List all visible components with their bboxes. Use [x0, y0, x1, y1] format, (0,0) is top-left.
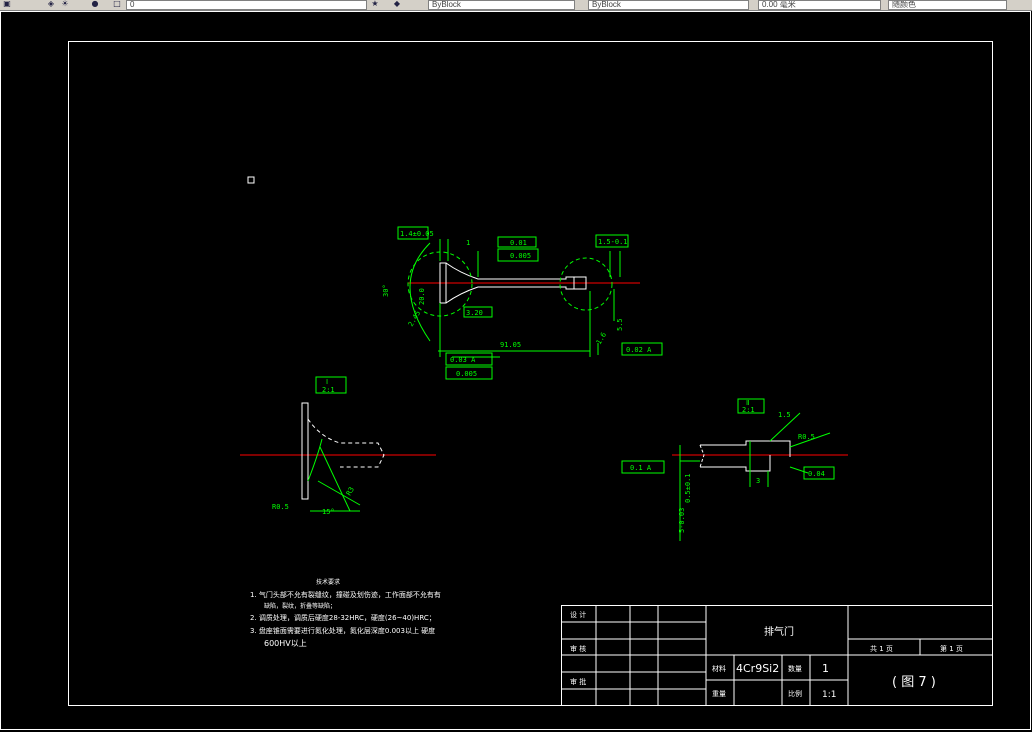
detail-1-angle: 15°: [322, 508, 335, 516]
part-name: 排气门: [764, 625, 794, 638]
drawing-sheet: 1.4±0.05 1 0.01 0.005 1.5-0.1 30° 20.0 3…: [0, 11, 1031, 730]
detail-2-stem: 5-0.03: [678, 508, 686, 533]
dim-head-thickness: 1.4±0.05: [400, 230, 434, 238]
notes-title: 技术要求: [316, 578, 340, 586]
detail-1-radius: R0.5: [272, 503, 289, 511]
ucs-marker: [247, 176, 255, 184]
detail-1-scale: 2:1: [322, 386, 335, 394]
layer-state-icon[interactable]: ◈: [46, 0, 56, 8]
dim-total-length: 91.05: [500, 341, 521, 349]
qty-value: 1: [822, 662, 829, 675]
dim-flatness: 0.005: [456, 370, 477, 378]
scale-value: 1:1: [822, 690, 836, 700]
dim-stem-dia: 5.5: [616, 318, 624, 331]
sheet-number: 第 1 页: [940, 644, 963, 653]
detail-2-texts: Ⅱ 2:1 1.5 R0.5 0.1 A 5-0.03 0.04 3 0.5±0…: [630, 399, 825, 533]
label-check: 审 核: [570, 644, 586, 653]
dim-neck: 3.20: [466, 309, 483, 317]
notes-line-1: 1. 气门头部不允有裂缝纹，撞碰及划伤迹，工作面部不允有有: [250, 590, 441, 599]
plotstyle-dropdown[interactable]: 随颜色: [888, 0, 1007, 10]
material-value: 4Cr9Si2: [736, 662, 779, 675]
dim-stem-tol: 1.5-0.1: [598, 238, 628, 246]
label-material: 材料: [712, 664, 726, 673]
drawing-canvas[interactable]: 1.4±0.05 1 0.01 0.005 1.5-0.1 30° 20.0 3…: [0, 11, 1032, 732]
lineweight-width-dropdown[interactable]: 0.00 毫米: [758, 0, 881, 10]
lineweight-dropdown[interactable]: ByBlock: [588, 0, 749, 10]
detail-2-scale: 2:1: [742, 406, 755, 414]
notes-line-1b: 缺陷，裂纹，折叠等缺陷；: [264, 602, 336, 610]
dim-groove: 1.6: [595, 331, 608, 346]
layer-lock-icon[interactable]: ●: [90, 0, 100, 8]
detail-2-radius: R0.5: [798, 433, 815, 441]
detail-2-width: 3: [756, 477, 760, 485]
detail-2-chamfer: 1.5: [778, 411, 791, 419]
label-design: 设 计: [570, 610, 586, 619]
label-weight: 重量: [712, 690, 726, 698]
label-approve: 审 批: [570, 677, 586, 686]
dim-roughness: 1: [466, 239, 470, 247]
dim-roundness: 0.005: [510, 252, 531, 260]
notes-line-2: 2. 调质处理，调质后硬度28-32HRC，硬度(26~40)HRC；: [250, 613, 436, 622]
label-scale: 比例: [788, 689, 802, 698]
sheets-total: 共 1 页: [870, 644, 893, 653]
dim-runout: 0.01: [510, 239, 527, 247]
detail-1-label: Ⅰ: [326, 378, 328, 386]
paper-boundary: [0, 11, 1031, 730]
dim-head-dia: 20.0: [418, 288, 426, 305]
layer-previous-icon[interactable]: ◆: [392, 0, 402, 8]
drawing-number: ( 图 7 ): [892, 675, 936, 690]
toolbar: ▣ ◈ ☀ ● □ 0 ★ ◆ ByBlock ByBlock 0.00 毫米 …: [0, 0, 1032, 11]
dim-perp-a: 0.02 A: [626, 346, 652, 354]
layer-manager-icon[interactable]: ▣: [2, 0, 12, 8]
linetype-dropdown[interactable]: ByBlock: [428, 0, 575, 10]
notes-line-3b: 600HV以上: [264, 639, 307, 648]
dim-runout-a: 0.03 A: [450, 356, 476, 364]
main-valve-view: [397, 226, 663, 380]
layer-color-icon[interactable]: □: [112, 0, 122, 8]
layer-freeze-icon[interactable]: ☀: [60, 0, 70, 8]
detail-1-view: [240, 376, 436, 512]
detail-2-runout: 0.1 A: [630, 464, 652, 472]
make-current-icon[interactable]: ★: [370, 0, 380, 8]
detail-2-groove: 0.5±0.1: [684, 473, 692, 503]
title-block: [561, 605, 993, 706]
detail-1-r3: R3: [345, 486, 356, 497]
detail-2-tol: 0.04: [808, 470, 825, 478]
notes-line-3: 3. 盘座锥面需要进行氮化处理，氮化层深度0.003以上 硬度: [250, 626, 435, 635]
technical-notes: 技术要求 1. 气门头部不允有裂缝纹，撞碰及划伤迹，工作面部不允有有 缺陷，裂纹…: [250, 578, 441, 648]
label-qty: 数量: [788, 664, 802, 673]
valve-neck-lower: [445, 286, 560, 304]
dim-seat-angle: 30°: [382, 284, 390, 297]
valve-neck-upper: [445, 262, 560, 280]
layer-dropdown[interactable]: 0: [126, 0, 367, 10]
